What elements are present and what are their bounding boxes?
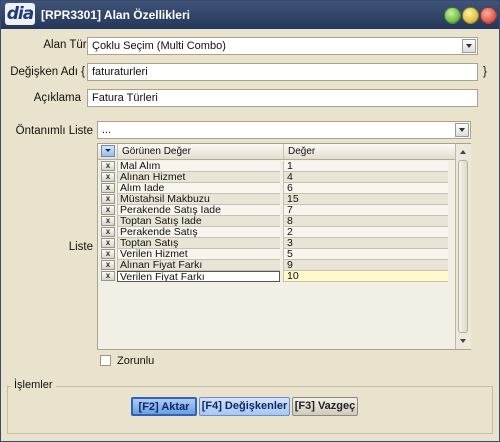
- liste-grid[interactable]: Görünen Değer Değer x Mal Alım 1 x Alınan Hi…: [97, 143, 471, 350]
- cell-gorunen-deger[interactable]: Perakende Satış İade: [117, 205, 280, 216]
- ontanimli-liste-dropdown-icon[interactable]: [455, 123, 469, 137]
- delete-row-icon[interactable]: x: [101, 227, 115, 237]
- delete-row-icon[interactable]: x: [101, 249, 115, 259]
- table-row[interactable]: x Mal Alım 1: [98, 161, 455, 172]
- degisken-adi-closing-brace: }: [483, 66, 487, 78]
- minimize-button[interactable]: [462, 7, 479, 24]
- table-row[interactable]: x Perakende Satış İade 7: [98, 205, 455, 216]
- grid-header: Görünen Değer Değer: [98, 144, 455, 160]
- delete-row-icon[interactable]: x: [101, 194, 115, 204]
- cell-deger[interactable]: 6: [283, 183, 448, 194]
- cell-deger[interactable]: 8: [283, 216, 448, 227]
- cell-deger[interactable]: 4: [283, 172, 448, 183]
- table-row[interactable]: x Müstahsil Makbuzu 15: [98, 194, 455, 205]
- aktar-button[interactable]: [F2] Aktar: [131, 397, 197, 416]
- window-title: [RPR3301] Alan Özellikleri: [41, 8, 190, 22]
- column-header-gorunen-deger[interactable]: Görünen Değer: [117, 144, 280, 159]
- delete-row-icon[interactable]: x: [101, 271, 115, 281]
- scroll-up-icon[interactable]: [457, 146, 469, 158]
- delete-row-icon[interactable]: x: [101, 205, 115, 215]
- delete-row-icon[interactable]: x: [101, 172, 115, 182]
- delete-row-icon[interactable]: x: [101, 216, 115, 226]
- maximize-button[interactable]: [444, 7, 461, 24]
- table-row[interactable]: x Alım İade 6: [98, 183, 455, 194]
- cell-deger[interactable]: 9: [283, 260, 448, 271]
- delete-row-icon[interactable]: x: [101, 161, 115, 171]
- aciklama-field[interactable]: Fatura Türleri: [87, 89, 478, 107]
- aciklama-label: Açıklama: [33, 92, 81, 104]
- degisken-adi-label: Değişken Adı {: [10, 66, 85, 78]
- cell-deger[interactable]: 15: [283, 194, 448, 205]
- zorunlu-label: Zorunlu: [117, 355, 155, 367]
- cell-gorunen-deger[interactable]: Mal Alım: [117, 161, 280, 172]
- delete-row-icon[interactable]: x: [101, 260, 115, 270]
- table-row[interactable]: x Verilen Hizmet 5: [98, 249, 455, 260]
- cell-deger[interactable]: 10: [283, 271, 448, 282]
- vertical-scrollbar[interactable]: [455, 144, 471, 349]
- cell-gorunen-deger[interactable]: Toptan Satış İade: [117, 216, 280, 227]
- cell-gorunen-deger[interactable]: Alınan Fiyat Farkı: [117, 260, 280, 271]
- vazgec-button[interactable]: [F3] Vazgeç: [292, 397, 358, 416]
- cell-gorunen-deger[interactable]: Toptan Satış: [117, 238, 280, 249]
- cell-gorunen-deger[interactable]: Alım İade: [117, 183, 280, 194]
- degiskenler-button[interactable]: [F4] Değişkenler: [199, 397, 290, 416]
- table-row[interactable]: x Alınan Hizmet 4: [98, 172, 455, 183]
- islemler-legend: İşlemler: [11, 379, 56, 391]
- degisken-adi-field[interactable]: faturaturleri: [87, 63, 478, 81]
- zorunlu-checkbox[interactable]: [100, 355, 111, 366]
- close-button[interactable]: [480, 7, 497, 24]
- cell-deger[interactable]: 5: [283, 249, 448, 260]
- column-header-deger[interactable]: Değer: [283, 144, 449, 159]
- cell-deger[interactable]: 3: [283, 238, 448, 249]
- title-bar[interactable]: dia [RPR3301] Alan Özellikleri: [1, 1, 499, 29]
- table-row[interactable]: x Toptan Satış 3: [98, 238, 455, 249]
- alan-turu-combo[interactable]: Çoklu Seçim (Multi Combo): [87, 37, 478, 55]
- cell-deger[interactable]: 2: [283, 227, 448, 238]
- table-row[interactable]: x Toptan Satış İade 8: [98, 216, 455, 227]
- delete-row-icon[interactable]: x: [101, 183, 115, 193]
- ontanimli-liste-combo[interactable]: ...: [97, 121, 471, 139]
- scroll-thumb[interactable]: [458, 160, 468, 333]
- ontanimli-liste-label: Öntanımlı Liste: [15, 125, 93, 137]
- cell-gorunen-deger[interactable]: Müstahsil Makbuzu: [117, 194, 280, 205]
- cell-deger[interactable]: 7: [283, 205, 448, 216]
- alan-turu-label: Alan Türü: [43, 39, 93, 51]
- table-row[interactable]: x Perakende Satış 2: [98, 227, 455, 238]
- scroll-down-icon[interactable]: [457, 335, 469, 347]
- cell-gorunen-deger[interactable]: Verilen Fiyat Farkı: [117, 271, 280, 282]
- column-menu-icon[interactable]: [101, 145, 115, 157]
- dialog-window: dia [RPR3301] Alan Özellikleri Alan Türü…: [0, 0, 500, 442]
- cell-gorunen-deger[interactable]: Verilen Hizmet: [117, 249, 280, 260]
- cell-gorunen-deger[interactable]: Perakende Satış: [117, 227, 280, 238]
- table-row[interactable]: x Alınan Fiyat Farkı 9: [98, 260, 455, 271]
- table-row[interactable]: x Verilen Fiyat Farkı 10: [98, 271, 455, 282]
- alan-turu-dropdown-icon[interactable]: [462, 39, 476, 53]
- cell-gorunen-deger[interactable]: Alınan Hizmet: [117, 172, 280, 183]
- liste-label: Liste: [68, 241, 93, 253]
- dia-logo: dia: [5, 3, 35, 25]
- delete-row-icon[interactable]: x: [101, 238, 115, 248]
- cell-deger[interactable]: 1: [283, 161, 448, 172]
